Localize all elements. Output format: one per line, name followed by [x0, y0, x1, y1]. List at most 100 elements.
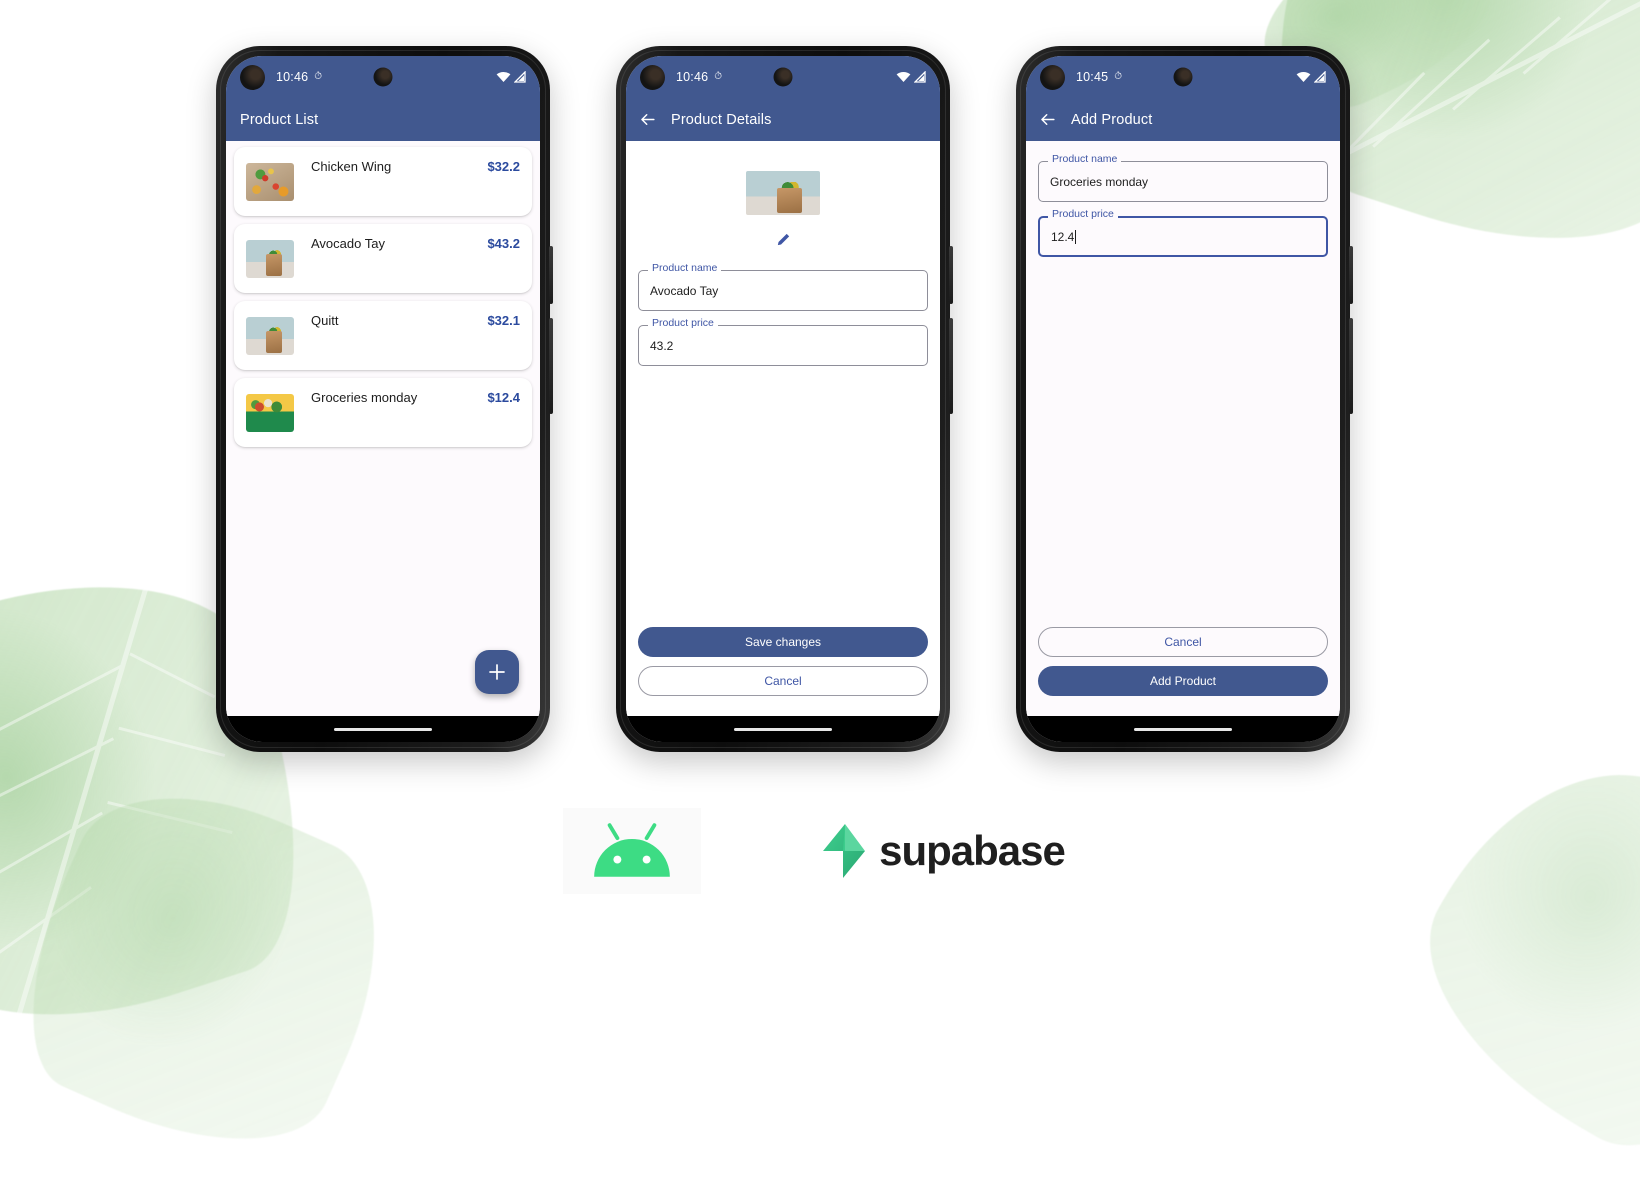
product-name-value: Groceries monday — [1050, 174, 1149, 189]
status-bar: 10:46 ⏱ — [626, 56, 940, 98]
product-thumbnail — [246, 240, 294, 278]
list-item[interactable]: Avocado Tay $43.2 — [234, 224, 532, 293]
screen-product-list: 10:46 ⏱ Product List Chicken Wing $32.2 — [226, 56, 540, 742]
product-name-value: Avocado Tay — [650, 283, 719, 298]
alarm-icon: ⏱ — [714, 71, 723, 82]
status-icons — [496, 71, 526, 83]
gesture-pill[interactable] — [1134, 727, 1232, 731]
signal-icon — [914, 71, 926, 83]
save-changes-button[interactable]: Save changes — [638, 627, 928, 657]
status-clock: 10:46 — [276, 70, 309, 84]
product-name: Groceries monday — [311, 390, 418, 405]
phone-mockup-add-product: 10:45 ⏱ Add Product Groceries monday Pro… — [1016, 46, 1353, 752]
product-name: Avocado Tay — [311, 236, 385, 251]
wifi-icon — [1296, 71, 1311, 82]
phone-power-button — [949, 246, 953, 304]
supabase-logo-lockup: supabase — [811, 808, 1077, 894]
signal-icon — [1314, 71, 1326, 83]
edit-image-button[interactable] — [626, 231, 940, 248]
list-item[interactable]: Chicken Wing $32.2 — [234, 147, 532, 216]
product-price: $12.4 — [487, 390, 520, 405]
phone-mockup-product-list: 10:46 ⏱ Product List Chicken Wing $32.2 — [216, 46, 553, 752]
product-price-input[interactable]: 12.4 — [1038, 216, 1328, 257]
product-price: $32.2 — [487, 159, 520, 174]
android-robot-logo-icon — [594, 823, 670, 877]
product-price-label: Product price — [648, 318, 718, 329]
page-title: Product List — [240, 111, 319, 128]
product-hero-image — [746, 171, 820, 215]
alarm-icon: ⏱ — [1114, 71, 1123, 82]
footer-logos: supabase — [0, 796, 1640, 906]
status-clock: 10:46 — [676, 70, 709, 84]
list-item[interactable]: Quitt $32.1 — [234, 301, 532, 370]
wifi-icon — [896, 71, 911, 82]
cancel-button[interactable]: Cancel — [638, 666, 928, 696]
signal-icon — [514, 71, 526, 83]
add-product-button[interactable]: Add Product — [1038, 666, 1328, 696]
camera-punch-hole-icon — [1173, 67, 1193, 87]
supabase-bolt-logo-icon — [823, 824, 866, 878]
text-cursor — [1075, 229, 1077, 244]
product-price-label: Product price — [1048, 209, 1118, 220]
status-icons — [1296, 71, 1326, 83]
supabase-wordmark: supabase — [879, 827, 1066, 874]
app-bar: Product Details — [626, 98, 940, 141]
front-camera-dot-icon — [240, 64, 265, 90]
status-icons — [896, 71, 926, 83]
product-name-label: Product name — [1048, 154, 1122, 165]
android-logo-plate — [563, 808, 702, 894]
screen-product-details: 10:46 ⏱ Product Details Avocado Tay Prod… — [626, 56, 940, 742]
product-thumbnail — [246, 317, 294, 355]
product-price: $32.1 — [487, 313, 520, 328]
arrow-left-icon[interactable] — [638, 110, 657, 129]
camera-punch-hole-icon — [773, 67, 793, 87]
product-price-field-wrap: 43.2 Product price — [638, 318, 928, 366]
product-name-field-wrap: Groceries monday Product name — [1038, 154, 1328, 202]
plus-icon — [489, 664, 505, 680]
add-product-fab[interactable] — [475, 650, 519, 694]
gesture-pill[interactable] — [334, 727, 432, 731]
cancel-button[interactable]: Cancel — [1038, 627, 1328, 657]
product-list-content: Chicken Wing $32.2 Avocado Tay $43.2 Qui… — [226, 141, 540, 716]
product-price-field-wrap: 12.4 Product price — [1038, 209, 1328, 257]
product-list: Chicken Wing $32.2 Avocado Tay $43.2 Qui… — [226, 141, 540, 447]
product-price-value: 43.2 — [650, 338, 674, 353]
page-title: Product Details — [671, 111, 772, 128]
product-details-content: Avocado Tay Product name 43.2 Product pr… — [626, 141, 940, 716]
status-clock: 10:45 — [1076, 70, 1109, 84]
product-price-input[interactable]: 43.2 — [638, 325, 928, 366]
status-bar: 10:45 ⏱ — [1026, 56, 1340, 98]
app-bar: Product List — [226, 98, 540, 141]
leaf-decoration-bottom-right — [1379, 716, 1640, 1191]
product-name-input[interactable]: Groceries monday — [1038, 161, 1328, 202]
add-product-content: Groceries monday Product name 12.4 Produ… — [1026, 141, 1340, 716]
product-name-input[interactable]: Avocado Tay — [638, 270, 928, 311]
phone-mockup-product-details: 10:46 ⏱ Product Details Avocado Tay Prod… — [616, 46, 953, 752]
status-bar: 10:46 ⏱ — [226, 56, 540, 98]
product-name: Quitt — [311, 313, 339, 328]
phone-volume-button — [1349, 318, 1353, 414]
alarm-icon: ⏱ — [314, 71, 323, 82]
page-title: Add Product — [1071, 111, 1153, 128]
product-price-value: 12.4 — [1051, 229, 1075, 244]
phone-power-button — [1349, 246, 1353, 304]
phone-volume-button — [949, 318, 953, 414]
gesture-pill[interactable] — [734, 727, 832, 731]
front-camera-dot-icon — [640, 64, 665, 90]
gesture-nav-bar — [226, 716, 540, 742]
camera-punch-hole-icon — [373, 67, 393, 87]
action-buttons: Cancel Add Product — [1038, 618, 1328, 696]
action-buttons: Save changes Cancel — [638, 618, 928, 696]
wifi-icon — [496, 71, 511, 82]
product-thumbnail — [246, 163, 294, 201]
gesture-nav-bar — [626, 716, 940, 742]
list-item[interactable]: Groceries monday $12.4 — [234, 378, 532, 447]
product-name-label: Product name — [648, 263, 722, 274]
phone-power-button — [549, 246, 553, 304]
pencil-icon — [777, 233, 789, 246]
product-name-field-wrap: Avocado Tay Product name — [638, 263, 928, 311]
product-thumbnail — [246, 394, 294, 432]
product-name: Chicken Wing — [311, 159, 392, 174]
arrow-left-icon[interactable] — [1038, 110, 1057, 129]
product-price: $43.2 — [487, 236, 520, 251]
